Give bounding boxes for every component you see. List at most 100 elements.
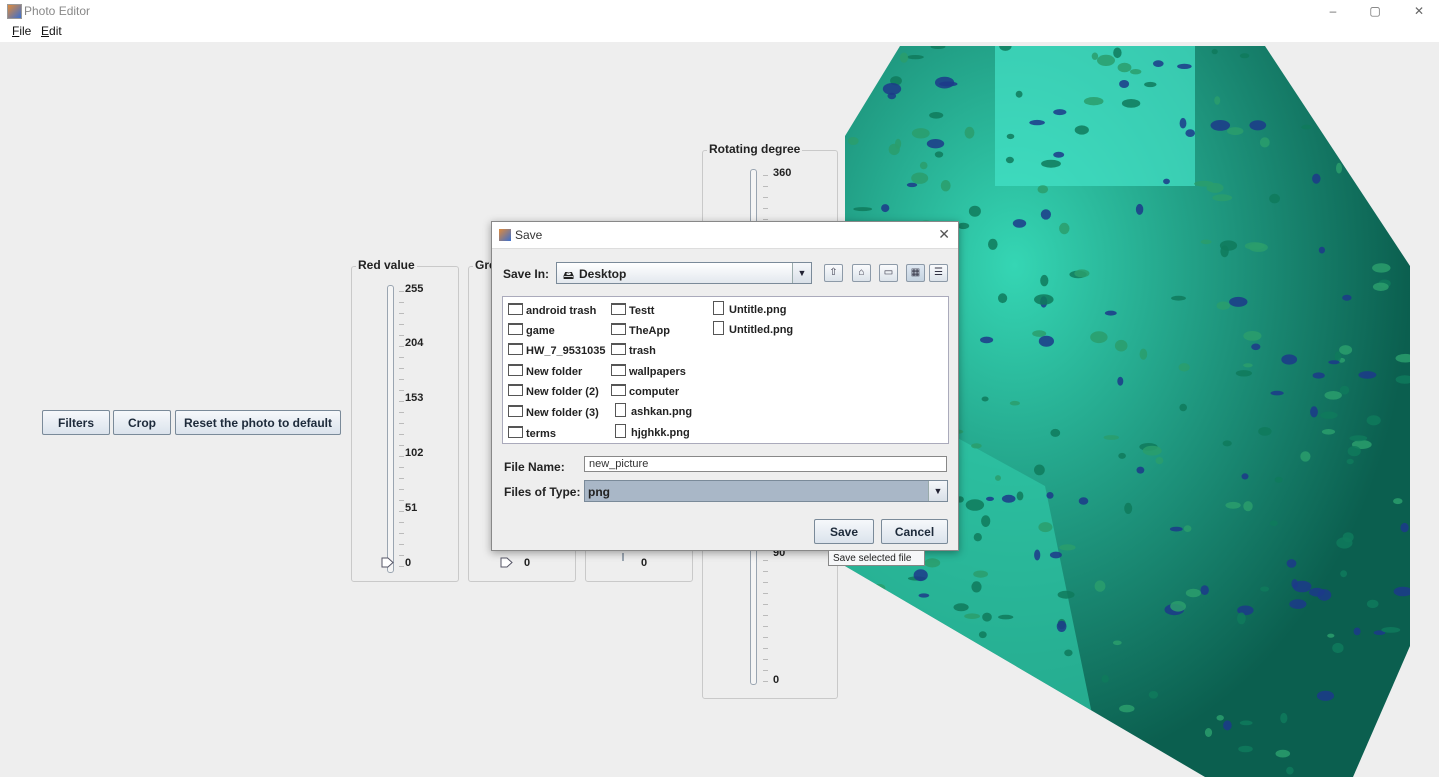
files-of-type-combo[interactable]: png ▼ xyxy=(584,480,948,502)
java-app-icon xyxy=(499,229,511,241)
foliage-blob xyxy=(1339,385,1350,395)
foliage-blob xyxy=(1144,81,1157,88)
filters-button[interactable]: Filters xyxy=(42,410,110,435)
close-icon[interactable]: ✕ xyxy=(938,226,950,243)
list-item[interactable]: hjghkk.png xyxy=(615,424,690,440)
foliage-blob xyxy=(1258,427,1272,436)
foliage-blob xyxy=(1372,282,1389,291)
list-item[interactable]: trash xyxy=(611,343,656,359)
maximize-button[interactable]: ▢ xyxy=(1360,3,1390,19)
foliage-blob xyxy=(1381,627,1401,633)
menu-edit-mnemonic: E xyxy=(41,24,50,38)
foliage-blob xyxy=(1318,246,1325,254)
list-item[interactable]: ashkan.png xyxy=(615,403,692,419)
foliage-blob xyxy=(1249,120,1267,131)
foliage-blob xyxy=(1050,428,1061,437)
foliage-blob xyxy=(1183,525,1192,532)
list-item[interactable]: computer xyxy=(611,384,679,400)
list-item-label: New folder (3) xyxy=(526,407,599,419)
file-list[interactable]: android trash game HW_7_9531035 New fold… xyxy=(502,296,949,444)
file-name-input[interactable]: new_picture xyxy=(584,456,947,472)
close-button[interactable]: ✕ xyxy=(1404,3,1434,19)
disk-icon: 🖴 xyxy=(563,270,575,282)
new-folder-button[interactable]: ▭ xyxy=(879,264,898,282)
slider-tick xyxy=(763,175,768,176)
minimize-button[interactable]: – xyxy=(1318,3,1348,19)
save-button[interactable]: Save xyxy=(814,519,874,544)
list-item[interactable]: Untitle.png xyxy=(713,301,786,317)
foliage-blob xyxy=(1346,458,1354,465)
foliage-blob xyxy=(1032,330,1047,337)
red-value-panel: Red value 255 204 153 102 51 0 xyxy=(351,258,459,582)
cancel-button[interactable]: Cancel xyxy=(881,519,948,544)
foliage-blob xyxy=(1301,124,1312,130)
blue-slider-track[interactable] xyxy=(622,553,624,561)
foliage-blob xyxy=(981,515,991,527)
list-item[interactable]: Untitled.png xyxy=(713,321,793,337)
reset-photo-button[interactable]: Reset the photo to default xyxy=(175,410,341,435)
slider-tick xyxy=(763,560,768,561)
foliage-blob xyxy=(1336,162,1342,174)
foliage-blob xyxy=(856,67,877,76)
file-name-label-text: File Name: xyxy=(504,460,565,474)
foliage-blob xyxy=(957,222,970,230)
red-tick-label: 153 xyxy=(405,392,424,404)
file-icon xyxy=(713,301,724,315)
file-name-label: File Name: xyxy=(504,460,565,474)
slider-tick xyxy=(399,379,404,380)
list-item[interactable]: android trash xyxy=(508,303,596,319)
rotate-tick-label: 360 xyxy=(773,167,792,179)
green-tick-label: 0 xyxy=(524,557,531,569)
foliage-blob xyxy=(1101,674,1109,683)
list-view-button[interactable]: ▦ xyxy=(906,264,925,282)
crop-button[interactable]: Crop xyxy=(113,410,171,435)
foliage-blob xyxy=(1055,702,1071,714)
foliage-blob xyxy=(988,238,998,250)
red-value-title: Red value xyxy=(356,258,417,272)
foliage-blob xyxy=(1053,109,1067,116)
foliage-blob xyxy=(1064,649,1073,657)
slider-tick xyxy=(399,533,404,534)
foliage-blob xyxy=(1046,492,1054,499)
foliage-blob xyxy=(1074,269,1090,278)
foliage-blob xyxy=(973,570,988,578)
foliage-blob xyxy=(1200,239,1212,245)
save-in-combo[interactable]: 🖴 Desktop ▼ xyxy=(556,262,812,284)
foliage-blob xyxy=(1275,749,1291,758)
details-view-button[interactable]: ☰ xyxy=(929,264,948,282)
foliage-blob xyxy=(1286,766,1294,775)
up-one-level-button[interactable]: ⇧ xyxy=(824,264,843,282)
red-tick-label: 0 xyxy=(405,557,412,569)
list-item[interactable]: HW_7_9531035 xyxy=(508,343,606,359)
list-item[interactable]: New folder xyxy=(508,364,582,380)
red-slider-thumb[interactable] xyxy=(381,557,394,568)
list-item[interactable]: Testt xyxy=(611,303,654,319)
foliage-blob xyxy=(1015,90,1023,98)
slider-tick xyxy=(399,368,404,369)
slider-tick xyxy=(399,445,404,446)
slider-tick xyxy=(399,555,404,556)
foliage-blob xyxy=(919,161,928,170)
list-item[interactable]: New folder (3) xyxy=(508,405,599,421)
home-button[interactable]: ⌂ xyxy=(852,264,871,282)
slider-tick xyxy=(399,544,404,545)
menu-file[interactable]: File xyxy=(12,24,31,38)
folder-icon xyxy=(508,405,523,417)
red-slider-track[interactable] xyxy=(387,285,394,573)
foliage-blob xyxy=(1339,345,1353,355)
foliage-blob xyxy=(1083,97,1104,106)
foliage-blob xyxy=(1097,54,1115,66)
list-item[interactable]: TheApp xyxy=(611,323,670,339)
list-item[interactable]: terms xyxy=(508,426,556,442)
green-slider-thumb[interactable] xyxy=(500,557,513,568)
list-item[interactable]: game xyxy=(508,323,555,339)
menu-edit[interactable]: Edit xyxy=(41,24,62,38)
file-icon xyxy=(615,403,626,417)
list-item[interactable]: New folder (2) xyxy=(508,384,599,400)
foliage-blob xyxy=(1153,60,1164,67)
foliage-blob xyxy=(1260,586,1270,592)
foliage-blob xyxy=(1041,159,1061,168)
foliage-blob xyxy=(881,204,890,213)
slider-tick xyxy=(399,302,404,303)
list-item[interactable]: wallpapers xyxy=(611,364,686,380)
